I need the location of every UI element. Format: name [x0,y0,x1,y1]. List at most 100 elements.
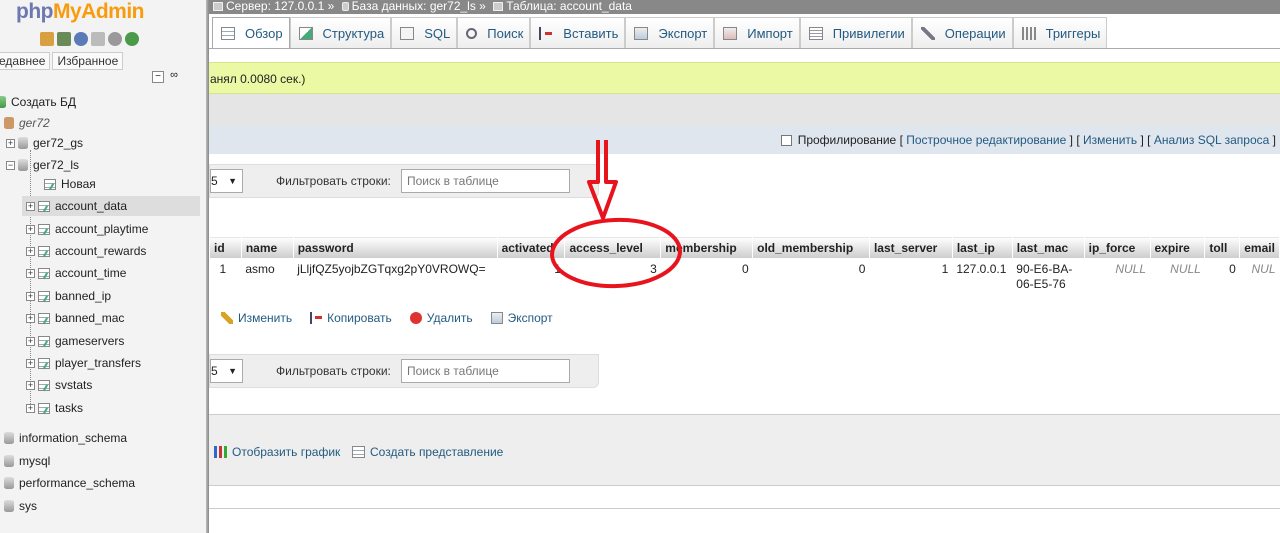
collapse-icon[interactable]: − [6,160,15,170]
column-header[interactable]: name [240,236,294,259]
tree-server-group[interactable]: ger72 [4,113,50,133]
rows-per-page-select[interactable]: 5 ▼ [210,169,243,193]
copy-row-button[interactable]: Копировать [310,311,392,325]
tab-structure[interactable]: Структура [289,17,392,48]
cell-old-membership[interactable]: 0 [752,258,870,305]
tab-export[interactable]: Экспорт [625,17,715,48]
tree-create-db[interactable]: Создать БД [0,92,76,112]
expand-icon[interactable]: + [26,246,35,256]
breadcrumb-server[interactable]: Сервер: 127.0.0.1 » [209,0,334,12]
export-row-button[interactable]: Экспорт [490,311,553,325]
cell-toll[interactable]: 0 [1204,258,1240,305]
profiling-checkbox[interactable] [780,134,792,146]
cell-last-server[interactable]: 1 [869,258,953,305]
edit-row-button[interactable]: Изменить [221,311,292,325]
rows-per-page-select[interactable]: 5 ▼ [210,359,243,383]
column-header[interactable]: last_server [868,236,953,259]
settings-gear-icon[interactable] [108,32,122,46]
cell-last-ip[interactable]: 127.0.0.1 [952,258,1013,305]
column-header[interactable]: email [1239,236,1280,259]
breadcrumb-database[interactable]: База данных: ger72_ls » [338,0,486,12]
cell-expire[interactable]: NULL [1150,258,1205,305]
bracket: ] [1272,133,1276,147]
filter-rows-input[interactable]: Поиск в таблице [401,359,570,383]
column-header[interactable]: ip_force [1083,236,1151,259]
expand-icon[interactable]: + [26,358,35,368]
tree-db-ger72-gs[interactable]: + ger72_gs [6,133,83,153]
expand-icon[interactable]: + [26,403,35,413]
column-header[interactable]: expire [1149,236,1206,259]
home-icon[interactable] [40,32,54,46]
tree-db[interactable]: mysql [4,451,50,471]
tree-table[interactable]: + gameservers [26,331,124,351]
filter-rows-input[interactable]: Поиск в таблице [401,169,570,193]
cell-id[interactable]: 1 [209,258,242,305]
docs-icon[interactable] [91,32,105,46]
tree-new-table[interactable]: Новая [44,174,96,194]
tab-search[interactable]: Поиск [457,17,531,48]
expand-icon[interactable]: + [26,313,35,323]
tree-table[interactable]: + account_rewards [26,241,146,261]
column-header[interactable]: membership [660,236,754,259]
expand-icon[interactable]: + [26,268,35,278]
tab-favorites[interactable]: Избранное [52,52,124,70]
expand-icon[interactable]: + [26,201,35,211]
cell-name[interactable]: asmo [241,258,294,305]
logout-icon[interactable] [57,32,71,46]
cell-email[interactable]: NUL [1239,258,1280,305]
tree-db[interactable]: sys [4,496,37,516]
cell-last-mac[interactable]: 90-E6-BA- 06-E5-76 [1012,258,1085,305]
tab-import[interactable]: Импорт [714,17,800,48]
link-icon[interactable]: ∞ [168,70,180,83]
tab-insert[interactable]: Вставить [530,17,626,48]
breadcrumb-table[interactable]: Таблица: account_data [489,0,632,12]
table-row[interactable]: 1 asmo jLljfQZ5yojbZGTqxg2pY0VROWQ= 1 3 … [209,258,1280,305]
tree-table[interactable]: + svstats [26,375,92,395]
filter-label: Фильтровать строки: [276,364,391,378]
tree-table[interactable]: + player_transfers [26,353,141,373]
column-header[interactable]: toll [1204,236,1241,259]
tab-privileges[interactable]: Привилегии [799,17,912,48]
tab-recent[interactable]: едавнее [0,52,51,70]
expand-icon[interactable]: + [6,138,15,148]
column-header[interactable]: access_level [564,236,662,259]
column-header[interactable]: id [209,236,242,259]
column-header[interactable]: old_membership [752,236,870,259]
tree-table[interactable]: + banned_ip [26,286,111,306]
column-header[interactable]: last_mac [1011,236,1085,259]
delete-row-button[interactable]: Удалить [409,311,473,325]
display-chart-link[interactable]: Отобразить график [214,445,340,459]
help-icon[interactable] [74,32,88,46]
tab-sql[interactable]: SQL [391,17,458,48]
cell-access-level[interactable]: 3 [564,258,661,305]
tree-table[interactable]: + banned_mac [26,308,124,328]
column-header[interactable]: activated [496,236,566,259]
expand-icon[interactable]: + [26,291,35,301]
tree-db[interactable]: performance_schema [4,473,135,493]
analyze-sql-link[interactable]: Анализ SQL запроса [1154,133,1269,147]
cell-ip-force[interactable]: NULL [1084,258,1150,305]
tab-browse[interactable]: Обзор [212,17,290,48]
expand-icon[interactable]: + [26,336,35,346]
phpmyadmin-logo[interactable]: phpMyAdmin [16,0,144,24]
reload-icon[interactable] [125,32,139,46]
expand-icon[interactable]: + [26,380,35,390]
expand-icon[interactable]: + [26,224,35,234]
create-view-link[interactable]: Создать представление [352,445,503,459]
edit-query-link[interactable]: Изменить [1083,133,1137,147]
cell-activated[interactable]: 1 [497,258,565,305]
cell-membership[interactable]: 0 [660,258,753,305]
tree-db-ger72-ls[interactable]: − ger72_ls [6,155,79,175]
tree-table[interactable]: + tasks [26,398,83,418]
tree-table[interactable]: + account_time [26,263,126,283]
column-header[interactable]: last_ip [951,236,1013,259]
tree-db[interactable]: information_schema [4,428,127,448]
collapse-all-icon[interactable]: − [152,71,164,83]
tree-table[interactable]: + account_playtime [26,219,148,239]
column-header[interactable]: password [292,236,498,259]
tree-table-account-data[interactable]: + account_data [22,196,200,216]
cell-password[interactable]: jLljfQZ5yojbZGTqxg2pY0VROWQ= [293,258,498,305]
tab-triggers[interactable]: Триггеры [1012,17,1108,48]
inline-edit-link[interactable]: Построчное редактирование [906,133,1066,147]
tab-operations[interactable]: Операции [911,17,1013,48]
